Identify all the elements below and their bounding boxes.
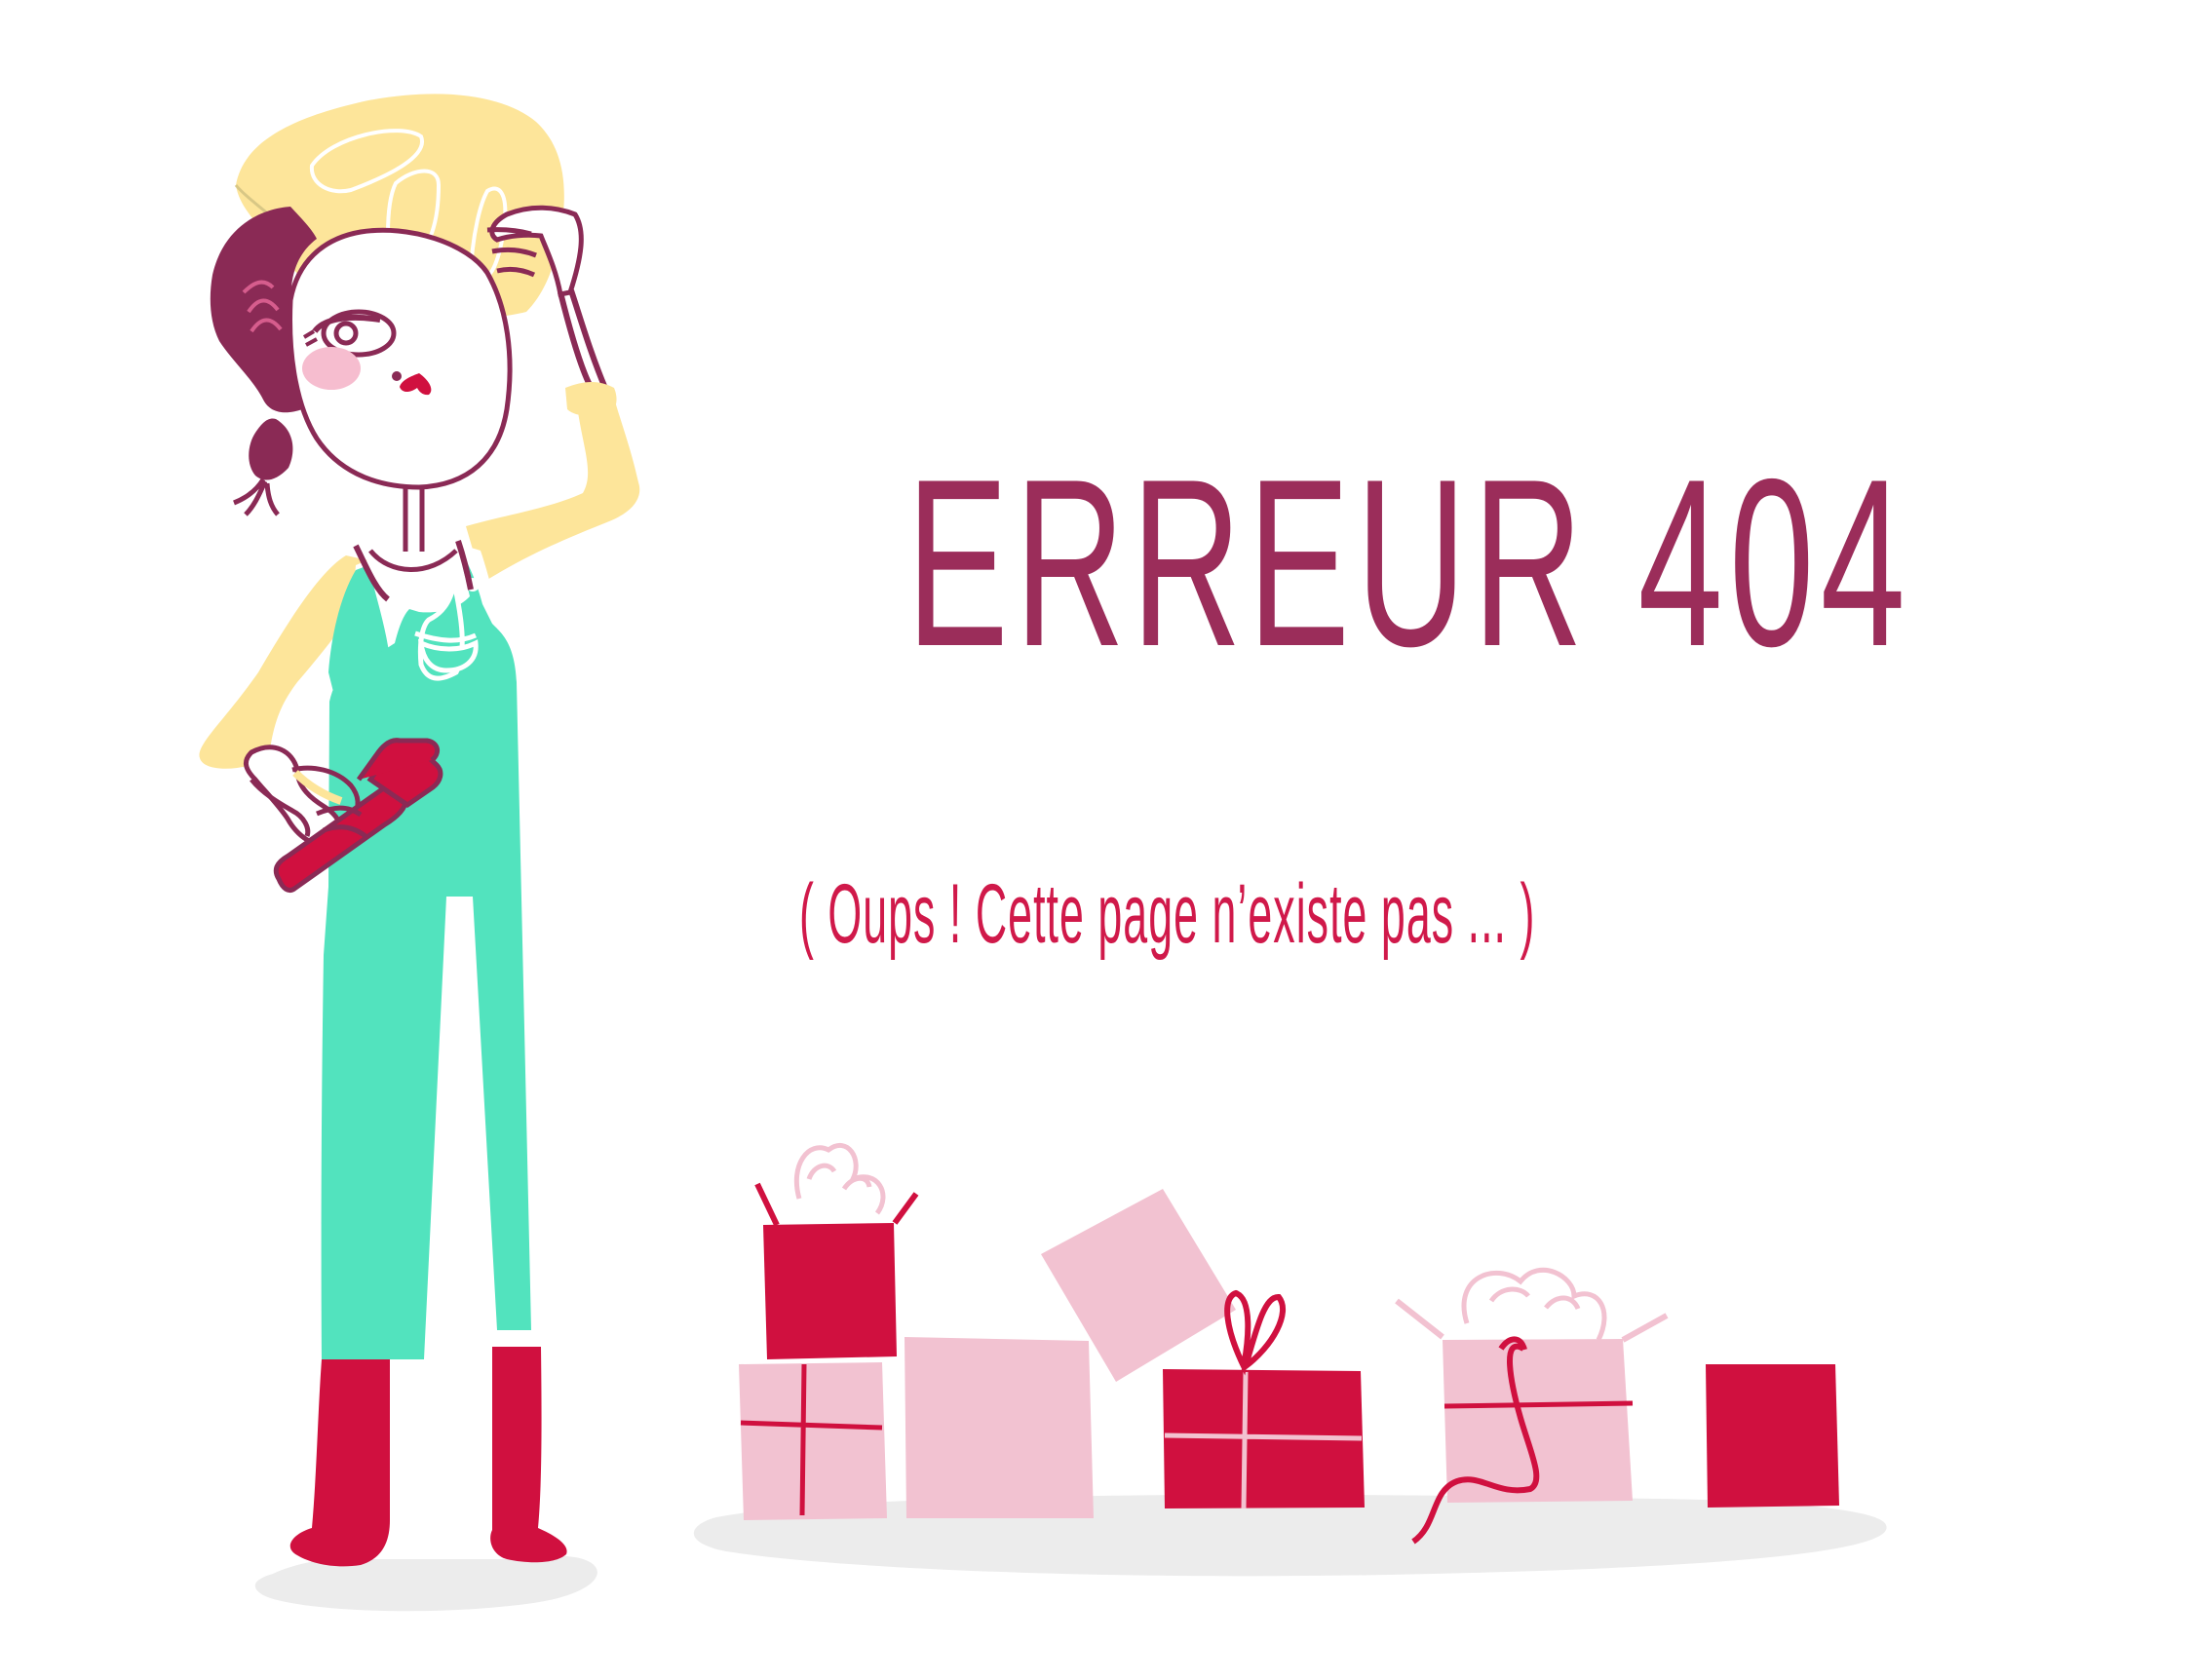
construction-worker-illustration <box>199 94 640 1567</box>
error-title: ERREUR 404 <box>906 429 1912 696</box>
error-404-page: ERREUR 404 ( Oups ! Cette page n’existe … <box>0 0 2194 1680</box>
error-404-illustration <box>199 94 1887 1612</box>
gift-boxes-illustration <box>739 1142 1839 1545</box>
error-message: ( Oups ! Cette page n’existe pas ... ) <box>799 867 1536 961</box>
